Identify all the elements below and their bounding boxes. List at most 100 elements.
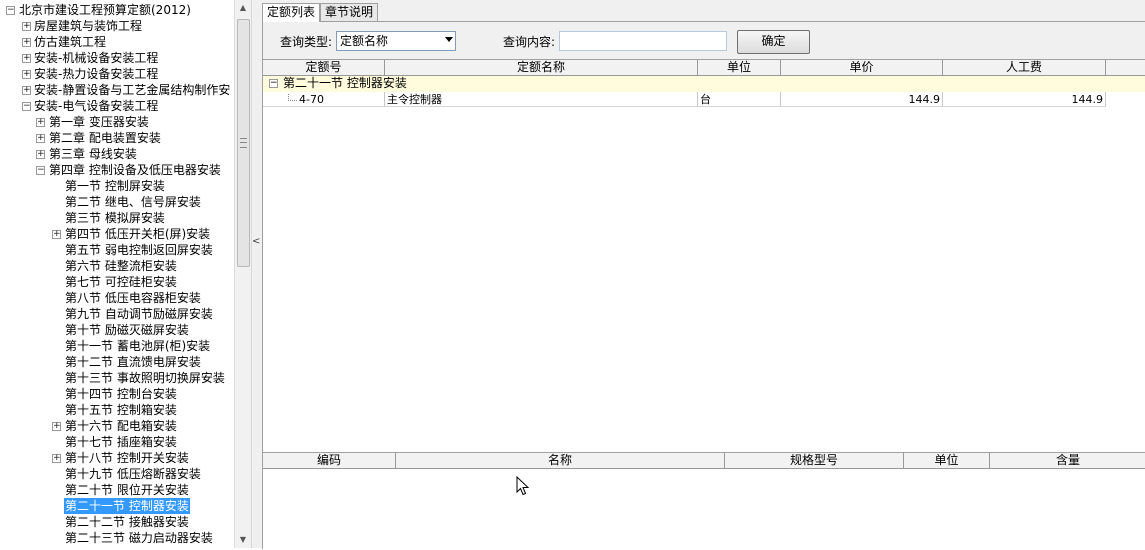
- tree-scrollbar[interactable]: ▲ ▼: [234, 0, 251, 548]
- col-header-material-unit[interactable]: 单位: [904, 453, 990, 469]
- tree-item-label: 第十二节 直流馈电屏安装: [65, 355, 201, 369]
- minus-box-icon[interactable]: −: [36, 166, 45, 175]
- tree-item[interactable]: 第十七节 插座箱安装: [0, 434, 234, 450]
- tree-item[interactable]: 第三节 模拟屏安装: [0, 210, 234, 226]
- tree-item-label: 第四节 低压开关柜(屏)安装: [65, 227, 211, 241]
- dropdown-arrow-icon: [445, 37, 453, 42]
- col-header-material-code[interactable]: 编码: [263, 453, 396, 469]
- tab-quota-list[interactable]: 定额列表: [262, 3, 321, 22]
- tree-item[interactable]: 第十三节 事故照明切换屏安装: [0, 370, 234, 386]
- tree-item[interactable]: 第二十节 限位开关安装: [0, 482, 234, 498]
- tree-item[interactable]: 第十节 励磁灭磁屏安装: [0, 322, 234, 338]
- col-header-material-name[interactable]: 名称: [396, 453, 725, 469]
- minus-box-icon[interactable]: −: [22, 102, 31, 111]
- plus-box-icon[interactable]: +: [52, 230, 61, 239]
- query-type-select[interactable]: 定额名称: [336, 31, 456, 51]
- tab-content: 查询类型: 定额名称 查询内容: 确定 定额号 定额名称 单位 单价 人工费 −…: [262, 21, 1145, 550]
- col-header-code[interactable]: 定额号: [263, 60, 385, 76]
- tree-item[interactable]: + 第二章 配电装置安装: [0, 130, 234, 146]
- tree-item[interactable]: + 第一章 变压器安装: [0, 114, 234, 130]
- plus-box-icon[interactable]: +: [36, 150, 45, 159]
- col-header-unit[interactable]: 单位: [698, 60, 781, 76]
- plus-box-icon[interactable]: +: [22, 54, 31, 63]
- tree-item[interactable]: 第八节 低压电容器柜安装: [0, 290, 234, 306]
- tree-item[interactable]: − 北京市建设工程预算定额(2012): [0, 2, 234, 18]
- tree-item[interactable]: 第二节 继电、信号屏安装: [0, 194, 234, 210]
- cell-price: 144.9: [781, 92, 943, 107]
- table-row[interactable]: 4-70 主令控制器 台 144.9 144.9: [263, 92, 1145, 108]
- tree-item[interactable]: − 第四章 控制设备及低压电器安装: [0, 162, 234, 178]
- tree-item[interactable]: 第二十二节 接触器安装: [0, 514, 234, 530]
- col-header-price[interactable]: 单价: [781, 60, 943, 76]
- cell-code: 4-70: [263, 92, 385, 107]
- tree-item[interactable]: + 安装-热力设备安装工程: [0, 66, 234, 82]
- col-header-quantity[interactable]: 含量: [990, 453, 1145, 469]
- tree-item-label: 安装-电气设备安装工程: [34, 99, 159, 113]
- tree-item-label: 北京市建设工程预算定额(2012): [19, 3, 191, 17]
- plus-box-icon[interactable]: +: [52, 422, 61, 431]
- plus-box-icon[interactable]: +: [36, 134, 45, 143]
- tree-item[interactable]: 第二十一节 控制器安装: [0, 498, 234, 514]
- col-header-spec[interactable]: 规格型号: [725, 453, 904, 469]
- plus-box-icon[interactable]: +: [52, 454, 61, 463]
- tree-item[interactable]: 第七节 可控硅柜安装: [0, 274, 234, 290]
- query-type-value: 定额名称: [340, 34, 389, 48]
- tree-item-label: 第三章 母线安装: [49, 147, 137, 161]
- tree-item[interactable]: 第十二节 直流馈电屏安装: [0, 354, 234, 370]
- tree-item[interactable]: − 安装-电气设备安装工程: [0, 98, 234, 114]
- confirm-button[interactable]: 确定: [737, 30, 810, 54]
- plus-box-icon[interactable]: +: [22, 70, 31, 79]
- tree-item[interactable]: + 第十八节 控制开关安装: [0, 450, 234, 466]
- tree-item[interactable]: 第一节 控制屏安装: [0, 178, 234, 194]
- group-row[interactable]: − 第二十一节 控制器安装: [263, 76, 1145, 92]
- right-pane: 定额列表 章节说明 查询类型: 定额名称 查询内容: 确定 定额号 定额名称 单…: [260, 0, 1145, 550]
- tree-item[interactable]: + 第十六节 配电箱安装: [0, 418, 234, 434]
- material-table-header: 编码 名称 规格型号 单位 含量: [263, 453, 1145, 469]
- scroll-down-arrow-icon[interactable]: ▼: [235, 532, 251, 548]
- tree-item-label: 第二章 配电装置安装: [49, 131, 161, 145]
- tree-item-label: 第一节 控制屏安装: [65, 179, 165, 193]
- tree-item-label: 第二十一节 控制器安装: [64, 498, 190, 514]
- tree-item-label: 第十九节 低压熔断器安装: [65, 467, 201, 481]
- tree-item-label: 第七节 可控硅柜安装: [65, 275, 177, 289]
- chevron-left-icon[interactable]: <: [252, 234, 260, 250]
- plus-box-icon[interactable]: +: [22, 22, 31, 31]
- minus-box-icon[interactable]: −: [6, 6, 15, 15]
- scroll-thumb[interactable]: [237, 19, 250, 267]
- tree-item[interactable]: + 第三章 母线安装: [0, 146, 234, 162]
- quota-table: 定额号 定额名称 单位 单价 人工费 − 第二十一节 控制器安装 4-70 主令…: [263, 59, 1145, 464]
- tree-item[interactable]: 第十一节 蓄电池屏(柜)安装: [0, 338, 234, 354]
- tree-item[interactable]: 第十四节 控制台安装: [0, 386, 234, 402]
- tree-item-label: 第十六节 配电箱安装: [65, 419, 177, 433]
- tree-item[interactable]: 第二十三节 磁力启动器安装: [0, 530, 234, 546]
- tree-item-label: 第十三节 事故照明切换屏安装: [65, 371, 225, 385]
- group-label: 第二十一节 控制器安装: [283, 76, 407, 90]
- col-header-labor[interactable]: 人工费: [943, 60, 1106, 76]
- tree-item[interactable]: 第九节 自动调节励磁屏安装: [0, 306, 234, 322]
- tree-item[interactable]: + 安装-静置设备与工艺金属结构制作安: [0, 82, 234, 98]
- col-header-name[interactable]: 定额名称: [385, 60, 698, 76]
- tree-item[interactable]: 第五节 弱电控制返回屏安装: [0, 242, 234, 258]
- tree-item-label: 第十一节 蓄电池屏(柜)安装: [65, 339, 211, 353]
- tree-item[interactable]: + 房屋建筑与装饰工程: [0, 18, 234, 34]
- cell-unit: 台: [698, 92, 781, 107]
- tab-chapter-notes[interactable]: 章节说明: [320, 3, 379, 21]
- tree-item[interactable]: 第十五节 控制箱安装: [0, 402, 234, 418]
- tree-item[interactable]: + 第四节 低压开关柜(屏)安装: [0, 226, 234, 242]
- tree-item[interactable]: 第十九节 低压熔断器安装: [0, 466, 234, 482]
- tree-panel: − 北京市建设工程预算定额(2012) + 房屋建筑与装饰工程 + 仿古建筑工程 + 安装-机…: [0, 0, 234, 548]
- tree-item[interactable]: 第六节 硅整流柜安装: [0, 258, 234, 274]
- tree-item-label: 第十八节 控制开关安装: [65, 451, 189, 465]
- plus-box-icon[interactable]: +: [22, 38, 31, 47]
- tree-item-label: 第三节 模拟屏安装: [65, 211, 165, 225]
- tree-item-label: 仿古建筑工程: [34, 35, 107, 49]
- tree-item[interactable]: + 安装-机械设备安装工程: [0, 50, 234, 66]
- tree-item[interactable]: + 仿古建筑工程: [0, 34, 234, 50]
- scroll-up-arrow-icon[interactable]: ▲: [235, 0, 251, 16]
- query-content-input[interactable]: [559, 31, 727, 51]
- plus-box-icon[interactable]: +: [22, 86, 31, 95]
- minus-box-icon[interactable]: −: [269, 79, 278, 88]
- tree-item-label: 第十四节 控制台安装: [65, 387, 177, 401]
- plus-box-icon[interactable]: +: [36, 118, 45, 127]
- tree-item-label: 安装-机械设备安装工程: [34, 51, 159, 65]
